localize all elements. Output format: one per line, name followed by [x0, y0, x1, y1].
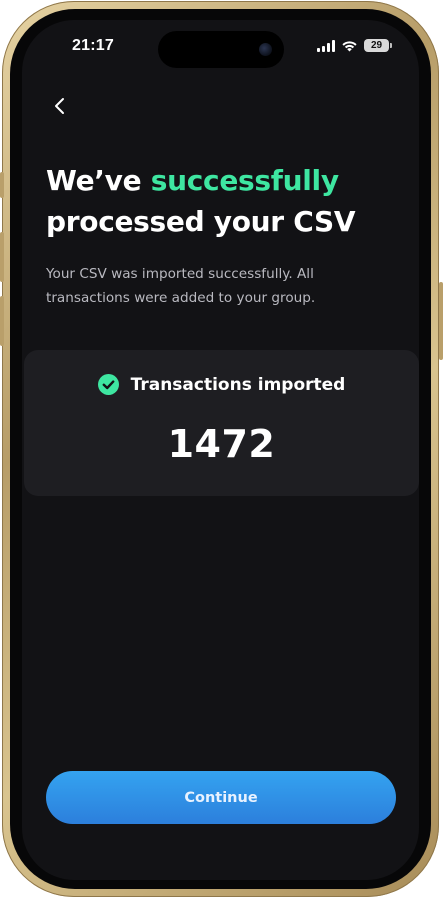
title-prefix: We’ve: [46, 164, 151, 197]
page-title: We’ve successfully processed your CSV: [46, 160, 396, 242]
dynamic-island: [158, 31, 284, 68]
title-suffix: processed your CSV: [46, 205, 356, 238]
front-camera-icon: [259, 43, 272, 56]
wifi-icon: [341, 40, 358, 52]
side-button-volume-down: [0, 296, 4, 346]
battery-icon: 29: [364, 39, 392, 52]
result-label: Transactions imported: [130, 374, 346, 395]
import-result-card: Transactions imported 1472: [24, 350, 419, 496]
chevron-left-icon: [53, 97, 67, 115]
back-button[interactable]: [46, 92, 74, 120]
side-button-volume-up: [0, 232, 4, 282]
app-screen: 21:17 29 We’ve successfully processed yo…: [22, 20, 419, 880]
title-accent: successfully: [150, 164, 339, 197]
side-button-action: [0, 172, 4, 198]
status-bar: 21:17 29: [22, 20, 419, 76]
result-label-row: Transactions imported: [24, 374, 419, 395]
home-indicator: [168, 868, 273, 872]
page-subtitle: Your CSV was imported successfully. All …: [46, 266, 316, 306]
signal-icon: [317, 39, 335, 52]
status-time: 21:17: [72, 37, 114, 54]
check-circle-icon: [97, 374, 119, 395]
side-button-power: [439, 282, 443, 360]
transactions-count: 1472: [167, 422, 276, 466]
continue-button[interactable]: Continue: [46, 771, 396, 824]
status-icons: 29: [317, 39, 392, 52]
